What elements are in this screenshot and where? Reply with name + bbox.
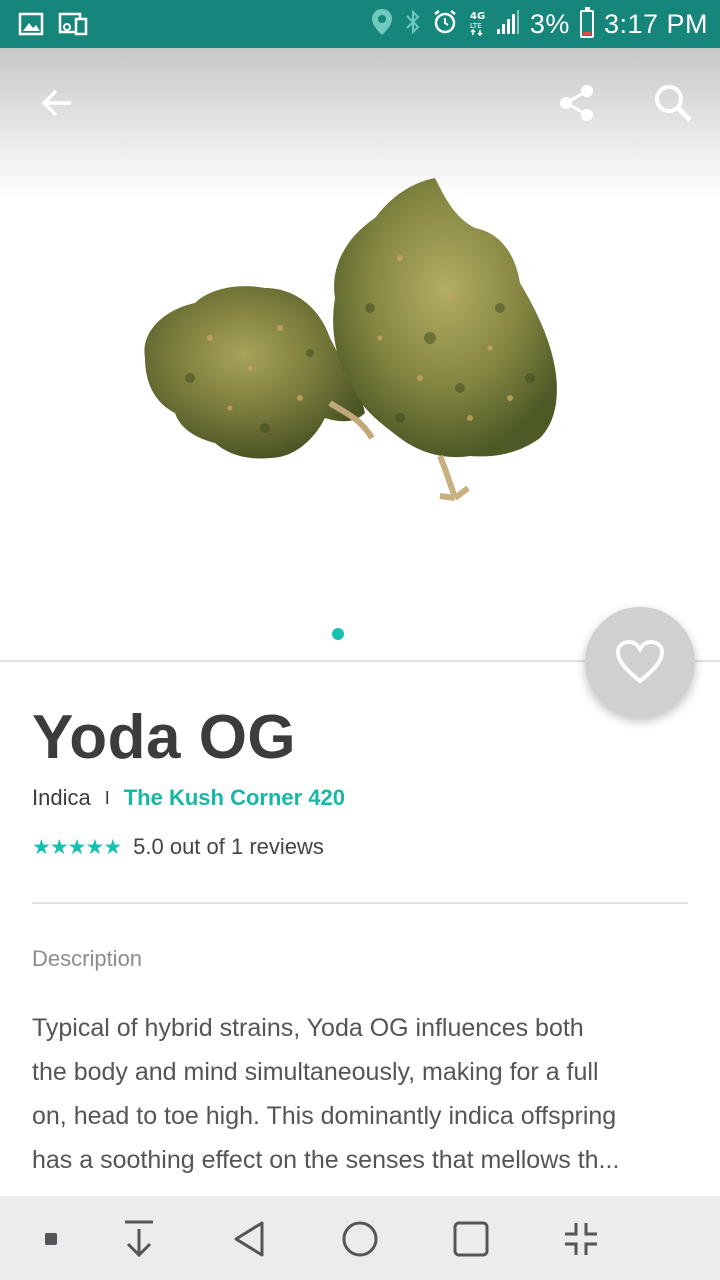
system-nav-bar [0, 1196, 720, 1280]
location-icon [370, 7, 394, 42]
description-label: Description [32, 946, 143, 971]
rating-row[interactable]: ★ ★ ★ ★ ★ 5.0 out of 1 reviews [32, 834, 324, 860]
image-icon [18, 11, 44, 42]
search-button[interactable] [648, 78, 698, 128]
collapse-icon [565, 1223, 597, 1255]
star-icon: ★ [67, 835, 87, 859]
star-icon: ★ [103, 835, 123, 859]
description-text[interactable]: Typical of hybrid strains, Yoda OG influ… [32, 1006, 692, 1182]
back-arrow-icon [41, 89, 71, 117]
description-line: has a soothing effect on the senses that… [32, 1146, 620, 1174]
svg-text:4G: 4G [470, 11, 485, 22]
cast-icon [58, 11, 88, 42]
strain-type: Indica [32, 785, 91, 810]
alarm-icon [432, 8, 458, 41]
star-rating: ★ ★ ★ ★ ★ [32, 835, 123, 859]
home-circle-icon [342, 1221, 378, 1257]
download-icon [125, 1220, 153, 1258]
description-line: the body and mind simultaneously, making… [32, 1058, 599, 1086]
share-button[interactable] [552, 78, 602, 128]
nav-recents-button[interactable] [446, 1214, 496, 1264]
nav-home-button[interactable] [335, 1214, 385, 1264]
product-photo [144, 178, 557, 501]
rating-text: 5.0 out of 1 reviews [133, 834, 324, 859]
signal-icon [496, 9, 520, 40]
favorite-button[interactable] [585, 607, 695, 717]
star-icon: ★ [49, 835, 69, 859]
product-meta: Indica I The Kush Corner 420 [32, 785, 345, 811]
recents-square-icon [453, 1221, 489, 1257]
product-image-gallery[interactable] [0, 48, 720, 660]
back-button[interactable] [32, 78, 82, 128]
meta-separator: I [104, 787, 110, 808]
svg-text:LTE: LTE [470, 22, 482, 30]
store-link[interactable]: The Kush Corner 420 [124, 785, 345, 811]
search-icon [655, 85, 692, 122]
heart-icon [615, 639, 665, 684]
collapse-button[interactable] [556, 1214, 606, 1264]
battery-percent: 3% [529, 8, 570, 39]
product-title: Yoda OG [32, 703, 297, 772]
small-square-icon [45, 1233, 57, 1245]
share-icon [560, 85, 593, 121]
app-toolbar [0, 48, 720, 160]
divider [32, 902, 688, 904]
description-line: on, head to toe high. This dominantly in… [32, 1102, 617, 1130]
star-icon: ★ [85, 835, 105, 859]
back-triangle-icon [234, 1221, 264, 1257]
nav-back-button[interactable] [224, 1214, 274, 1264]
bluetooth-icon [404, 8, 422, 41]
status-time: 3:17 PM [603, 8, 708, 39]
description-line: Typical of hybrid strains, Yoda OG influ… [32, 1014, 584, 1042]
star-icon: ★ [32, 835, 51, 859]
4g-lte-icon: 4G LTE [468, 8, 486, 41]
status-bar: 4G LTE 3% 3:17 PM [0, 0, 720, 48]
download-button[interactable] [114, 1214, 164, 1264]
page-dot-active[interactable] [332, 628, 344, 640]
small-square-button[interactable] [26, 1214, 76, 1264]
battery-icon [579, 7, 594, 38]
